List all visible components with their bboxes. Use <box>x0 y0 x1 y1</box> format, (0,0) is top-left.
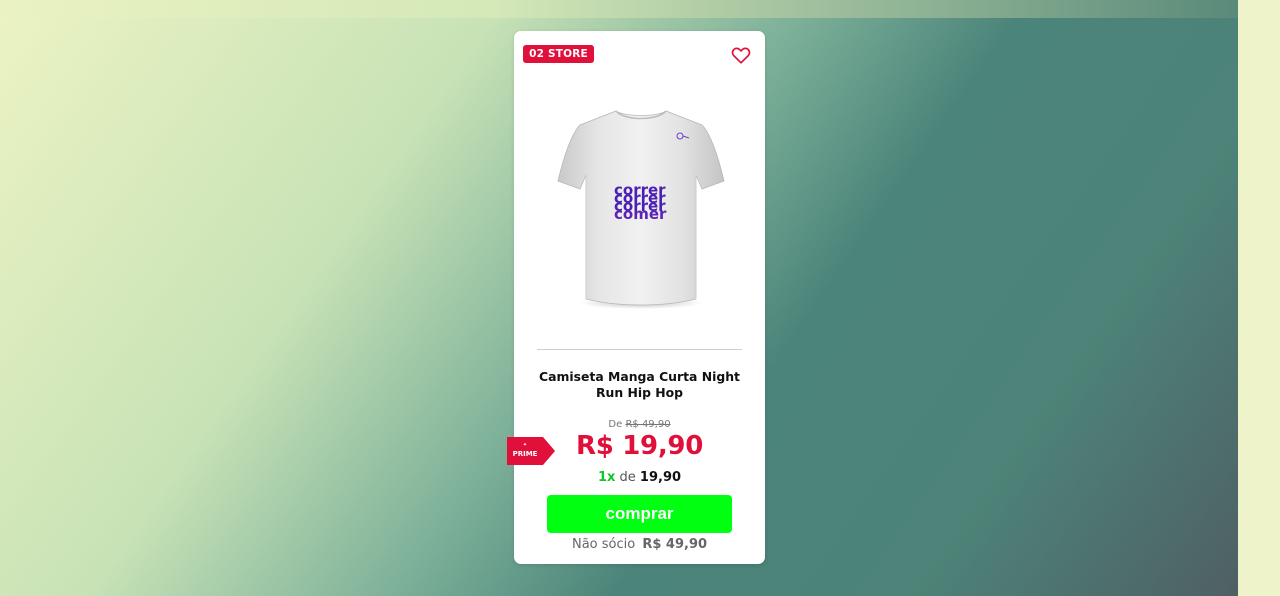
top-bar <box>0 0 1238 18</box>
nonmember-price-row: Não sócio R$ 49,90 <box>514 537 765 552</box>
installment-connector: de <box>619 470 636 485</box>
heart-outline-icon <box>731 47 751 64</box>
installment-count: 1x <box>597 470 616 485</box>
old-price-prefix: De <box>608 419 623 430</box>
nonmember-price: R$ 49,90 <box>642 537 708 552</box>
product-title[interactable]: Camiseta Manga Curta Night Run Hip Hop <box>534 369 745 401</box>
product-image[interactable]: correr correr correr comer <box>552 103 730 313</box>
svg-text:✦: ✦ <box>523 442 527 448</box>
right-edge-strip <box>1238 0 1280 596</box>
store-badge: 02 STORE <box>523 45 594 63</box>
favorite-button[interactable] <box>730 44 752 66</box>
prime-label: PRIME <box>513 450 538 458</box>
nonmember-label: Não sócio <box>571 537 636 552</box>
prime-tag-icon: ✦ PRIME <box>507 437 555 465</box>
product-card[interactable]: 02 STORE correr correr correr comer Cami… <box>507 31 765 564</box>
tshirt-image: correr correr correr comer <box>557 110 725 309</box>
buy-button[interactable]: comprar <box>547 495 732 533</box>
shirt-print-line-4: comer <box>614 205 667 223</box>
old-price: R$ 49,90 <box>625 419 671 430</box>
installment-amount: 19,90 <box>639 470 682 485</box>
old-price-row: De R$ 49,90 <box>514 419 765 430</box>
divider <box>537 349 742 350</box>
prime-tag: ✦ PRIME <box>507 437 555 465</box>
installments: 1x de 19,90 <box>514 470 765 485</box>
